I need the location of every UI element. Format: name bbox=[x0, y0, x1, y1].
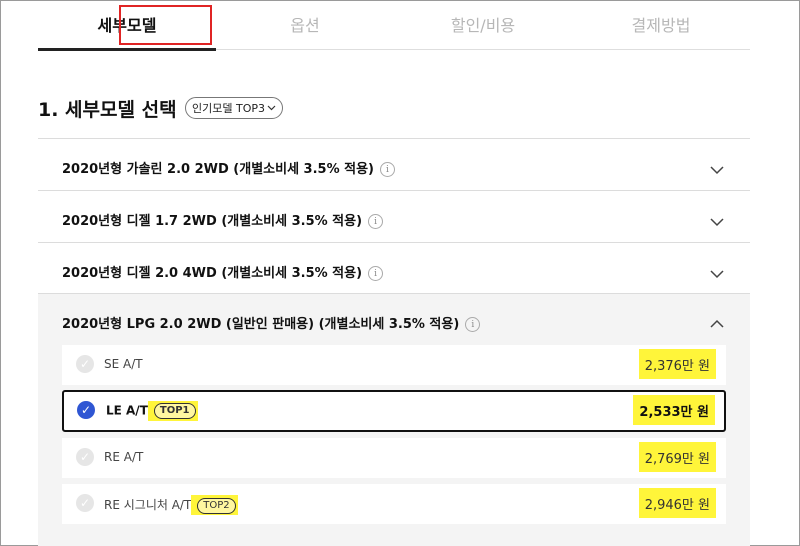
top-badge: TOP1 bbox=[153, 403, 196, 419]
tab-payment[interactable]: 결제방법 bbox=[572, 0, 750, 48]
accordion-label: 2020년형 가솔린 2.0 2WD (개별소비세 3.5% 적용) bbox=[62, 162, 374, 177]
info-icon[interactable]: i bbox=[368, 266, 384, 281]
option-label-group: RE 시그니처 A/T TOP2 bbox=[104, 495, 238, 515]
accordion-label: 2020년형 LPG 2.0 2WD (일반인 판매용) (개별소비세 3.5%… bbox=[62, 317, 460, 332]
annotation-box bbox=[119, 5, 212, 45]
option-price: 2,376만 원 bbox=[638, 349, 716, 379]
accordion-diesel-20-4wd[interactable]: 2020년형 디젤 2.0 4WD (개별소비세 3.5% 적용) i bbox=[38, 242, 750, 293]
info-icon[interactable]: i bbox=[368, 214, 384, 229]
accordion-gasoline-2wd[interactable]: 2020년형 가솔린 2.0 2WD (개별소비세 3.5% 적용) i bbox=[38, 138, 750, 190]
accordion-label: 2020년형 디젤 1.7 2WD (개별소비세 3.5% 적용) bbox=[62, 214, 363, 229]
check-icon: ✓ bbox=[76, 448, 94, 466]
option-le-at[interactable]: ✓ LE A/T TOP1 2,533만 원 bbox=[62, 390, 726, 432]
option-se-at[interactable]: ✓ SE A/T 2,376만 원 bbox=[62, 345, 726, 385]
section-title: 1. 세부모델 선택 bbox=[38, 99, 177, 121]
option-name: RE 시그니처 A/T bbox=[104, 498, 192, 512]
accordion-label: 2020년형 디젤 2.0 4WD (개별소비세 3.5% 적용) bbox=[62, 266, 363, 281]
info-icon[interactable]: i bbox=[380, 162, 395, 177]
option-name: LE A/T bbox=[106, 403, 148, 418]
option-label-group: LE A/T TOP1 bbox=[106, 400, 198, 421]
tab-bar: 세부모델 옵션 할인/비용 결제방법 bbox=[38, 0, 750, 52]
option-price: 2,533만 원 bbox=[633, 395, 715, 425]
accordion-lpg-2wd[interactable]: 2020년형 LPG 2.0 2WD (일반인 판매용) (개별소비세 3.5%… bbox=[38, 293, 750, 345]
option-name: SE A/T bbox=[104, 357, 143, 371]
check-icon: ✓ bbox=[76, 355, 94, 373]
chevron-down-icon bbox=[267, 103, 276, 114]
option-price: 2,769만 원 bbox=[638, 442, 716, 472]
option-price: 2,946만 원 bbox=[638, 488, 716, 518]
top-badge: TOP2 bbox=[197, 497, 236, 514]
popular-models-label: 인기모델 TOP3 bbox=[192, 102, 265, 115]
check-icon: ✓ bbox=[77, 401, 95, 419]
chevron-down-icon bbox=[710, 160, 724, 175]
chevron-down-icon bbox=[710, 264, 724, 279]
chevron-down-icon bbox=[710, 212, 724, 227]
check-icon: ✓ bbox=[76, 494, 94, 512]
option-name: RE A/T bbox=[104, 450, 144, 464]
tab-discount-cost[interactable]: 할인/비용 bbox=[394, 0, 572, 48]
chevron-up-icon bbox=[710, 314, 724, 328]
accordion-diesel-17-2wd[interactable]: 2020년형 디젤 1.7 2WD (개별소비세 3.5% 적용) i bbox=[38, 190, 750, 242]
option-re-at[interactable]: ✓ RE A/T 2,769만 원 bbox=[62, 438, 726, 478]
info-icon[interactable]: i bbox=[465, 317, 481, 332]
popular-models-button[interactable]: 인기모델 TOP3 bbox=[185, 97, 283, 119]
option-re-signature-at[interactable]: ✓ RE 시그니처 A/T TOP2 2,946만 원 bbox=[62, 484, 726, 524]
active-tab-indicator bbox=[38, 48, 216, 51]
tab-options[interactable]: 옵션 bbox=[216, 0, 394, 48]
